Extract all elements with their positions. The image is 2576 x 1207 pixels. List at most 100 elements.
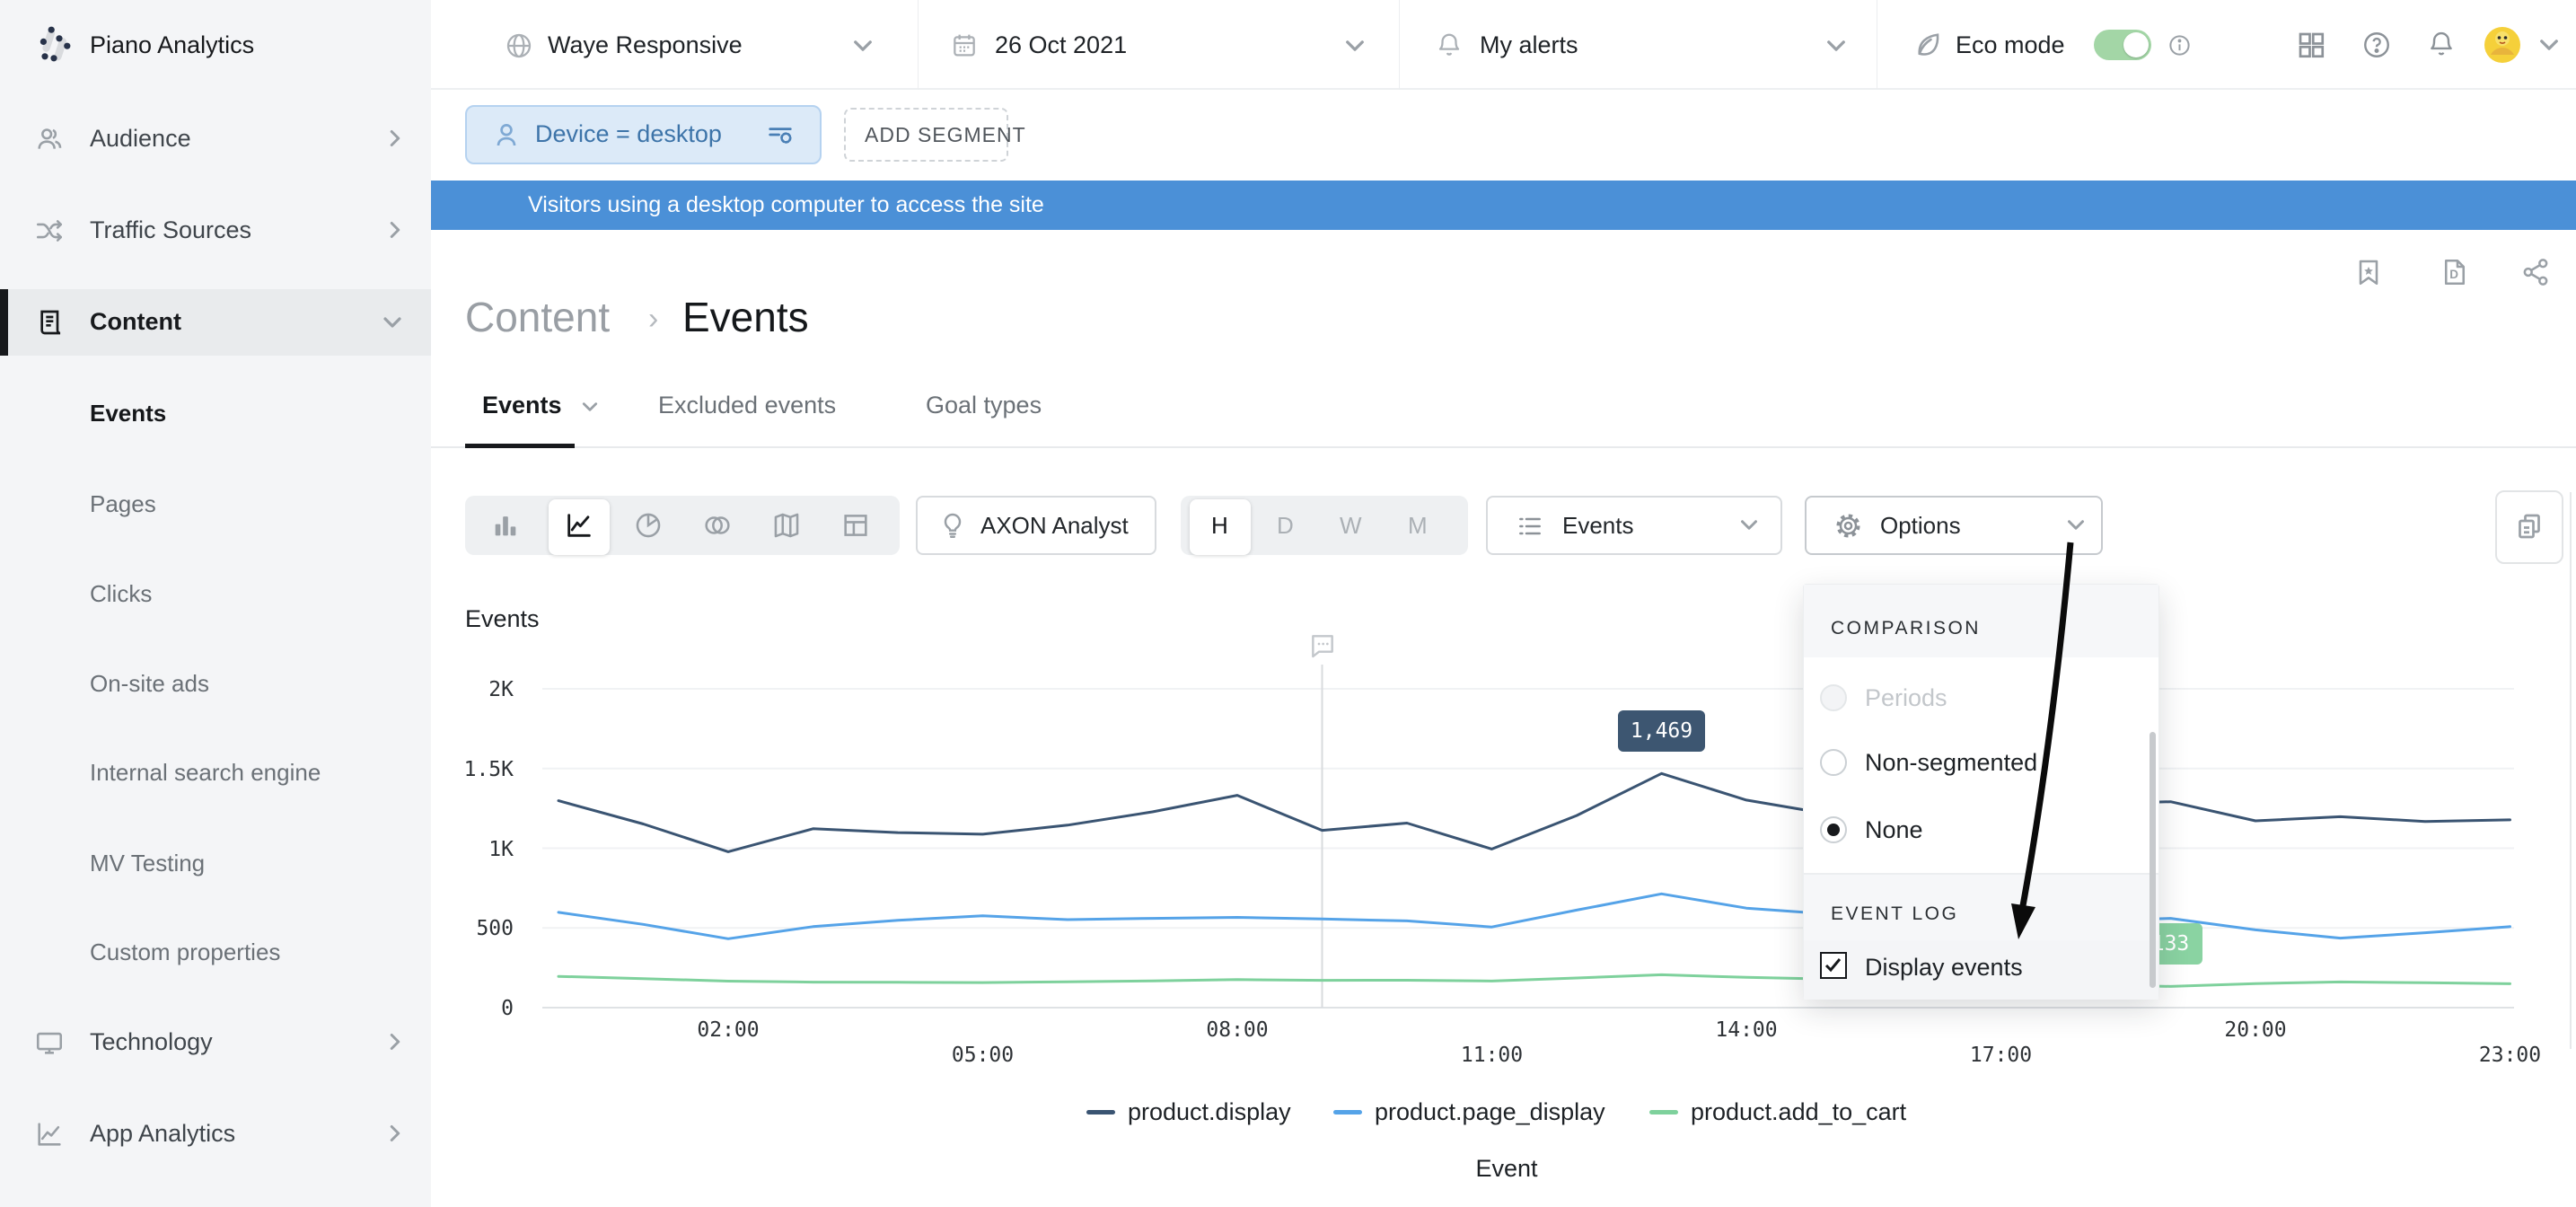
copy-icon <box>2513 510 2545 542</box>
granularity-day[interactable]: D <box>1277 514 1294 537</box>
leaf-icon <box>1911 29 1943 61</box>
chevron-down-icon <box>2067 519 2085 531</box>
y-axis-tick: 1K <box>424 838 514 861</box>
bookmark-icon[interactable] <box>2352 256 2385 288</box>
pie-chart-icon[interactable] <box>633 510 664 541</box>
page-scrollbar-track[interactable] <box>2570 492 2572 1049</box>
divider <box>1399 0 1400 90</box>
x-axis-tick: 05:00 <box>934 1044 1033 1067</box>
share-icon[interactable] <box>2519 256 2552 288</box>
x-axis-tick: 08:00 <box>1188 1018 1287 1042</box>
sidebar-item-audience[interactable]: Audience <box>90 127 191 151</box>
gear-icon <box>1833 511 1863 541</box>
info-icon[interactable] <box>2167 33 2192 57</box>
alerts-selector[interactable]: My alerts <box>1480 33 1578 57</box>
menu-scrollbar-thumb[interactable] <box>2150 732 2156 988</box>
calendar-icon <box>950 31 979 59</box>
breadcrumb-parent[interactable]: Content <box>465 296 610 338</box>
notifications-bell-icon[interactable] <box>2426 29 2457 59</box>
piano-analytics-logo-icon[interactable] <box>32 22 79 68</box>
sidebar-item-traffic-sources[interactable]: Traffic Sources <box>90 218 251 242</box>
chevron-down-icon[interactable] <box>1345 40 1365 52</box>
svg-text:D: D <box>2449 268 2458 281</box>
audience-icon <box>34 124 65 154</box>
x-axis-tick: 02:00 <box>679 1018 778 1042</box>
chevron-down-icon[interactable] <box>1826 40 1846 52</box>
y-axis-tick: 2K <box>424 678 514 701</box>
chevron-down-icon <box>382 315 402 330</box>
tab-events[interactable]: Events <box>482 393 562 418</box>
date-selector[interactable]: 26 Oct 2021 <box>995 33 1127 57</box>
legend-dash <box>1333 1110 1362 1114</box>
app-window: Piano Analytics Audience Traffic Sources <box>0 0 2576 1207</box>
technology-icon <box>34 1027 65 1058</box>
x-axis-title: Event <box>1453 1157 1561 1181</box>
display-events-row[interactable]: Display events <box>1804 940 2158 1000</box>
chevron-right-icon <box>386 221 404 239</box>
segment-chip-label: Device = desktop <box>535 122 722 146</box>
radio-icon <box>1820 684 1847 711</box>
sidebar: Piano Analytics Audience Traffic Sources <box>0 0 431 1207</box>
tab-excluded-events[interactable]: Excluded events <box>658 393 836 418</box>
granularity-hour[interactable]: H <box>1211 514 1228 537</box>
sidebar-item-mv-testing[interactable]: MV Testing <box>90 851 205 875</box>
sidebar-item-pages[interactable]: Pages <box>90 492 156 515</box>
chart-title: Events <box>465 607 540 631</box>
table-icon[interactable] <box>840 510 871 541</box>
legend-dash <box>1649 1110 1678 1114</box>
x-axis-tick: 17:00 <box>1952 1044 2051 1067</box>
legend-dash <box>1086 1110 1115 1114</box>
sidebar-item-app-analytics[interactable]: App Analytics <box>90 1122 235 1146</box>
avatar[interactable] <box>2484 26 2521 64</box>
app-title: Piano Analytics <box>90 33 254 57</box>
axon-analyst-label: AXON Analyst <box>980 514 1129 537</box>
sidebar-active-indicator <box>0 289 8 356</box>
site-selector[interactable]: Waye Responsive <box>548 33 743 57</box>
line-chart-icon[interactable] <box>564 510 594 541</box>
app-analytics-icon <box>34 1119 65 1150</box>
apps-grid-icon[interactable] <box>2295 29 2327 61</box>
granularity-week[interactable]: W <box>1340 514 1362 537</box>
chevron-right-icon <box>386 1033 404 1051</box>
active-tab-underline <box>465 444 575 448</box>
sidebar-item-clicks[interactable]: Clicks <box>90 582 152 605</box>
toggle-knob <box>2123 32 2149 57</box>
data-point-label: 1,469 <box>1618 710 1705 752</box>
metric-dropdown-label: Events <box>1562 514 1634 537</box>
legend-item-product-add-to-cart[interactable]: product.add_to_cart <box>1691 1100 1906 1124</box>
comment-bubble-icon[interactable] <box>1308 631 1337 660</box>
sidebar-item-technology[interactable]: Technology <box>90 1030 213 1054</box>
tabs-divider <box>431 446 2576 448</box>
sidebar-item-internal-search-engine[interactable]: Internal search engine <box>90 761 321 784</box>
comparison-section-header: COMPARISON <box>1831 619 1981 638</box>
content-icon <box>36 308 65 337</box>
chart-type-switcher <box>465 496 900 555</box>
breadcrumb-separator: › <box>648 304 658 334</box>
tab-goal-types[interactable]: Goal types <box>926 393 1042 418</box>
sidebar-item-on-site-ads[interactable]: On-site ads <box>90 672 209 695</box>
bell-icon <box>1435 31 1464 59</box>
event-log-section-header: EVENT LOG <box>1831 904 1958 923</box>
chevron-down-icon[interactable] <box>2539 39 2559 51</box>
checkbox-icon[interactable] <box>1820 952 1847 979</box>
document-d-icon[interactable]: D <box>2439 256 2471 288</box>
map-icon[interactable] <box>771 510 802 541</box>
sidebar-item-content[interactable]: Content <box>90 310 181 334</box>
sidebar-active-row-highlight <box>0 289 431 356</box>
legend-item-product-page-display[interactable]: product.page_display <box>1375 1100 1605 1124</box>
legend-item-product-display[interactable]: product.display <box>1128 1100 1291 1124</box>
segment-description-text: Visitors using a desktop computer to acc… <box>528 194 1044 216</box>
x-axis-tick: 20:00 <box>2206 1018 2305 1042</box>
chevron-down-icon[interactable] <box>853 40 873 52</box>
segment-settings-icon[interactable] <box>765 119 796 150</box>
eco-mode-toggle[interactable] <box>2094 30 2151 60</box>
granularity-month[interactable]: M <box>1408 514 1428 537</box>
bar-chart-icon[interactable] <box>490 510 521 541</box>
chevron-right-icon <box>386 1124 404 1142</box>
sidebar-item-custom-properties[interactable]: Custom properties <box>90 940 280 964</box>
help-icon[interactable] <box>2361 30 2392 60</box>
venn-diagram-icon[interactable] <box>702 510 733 541</box>
eco-mode-label: Eco mode <box>1956 33 2065 57</box>
sidebar-item-events[interactable]: Events <box>90 401 166 425</box>
chevron-down-icon[interactable] <box>582 401 598 412</box>
